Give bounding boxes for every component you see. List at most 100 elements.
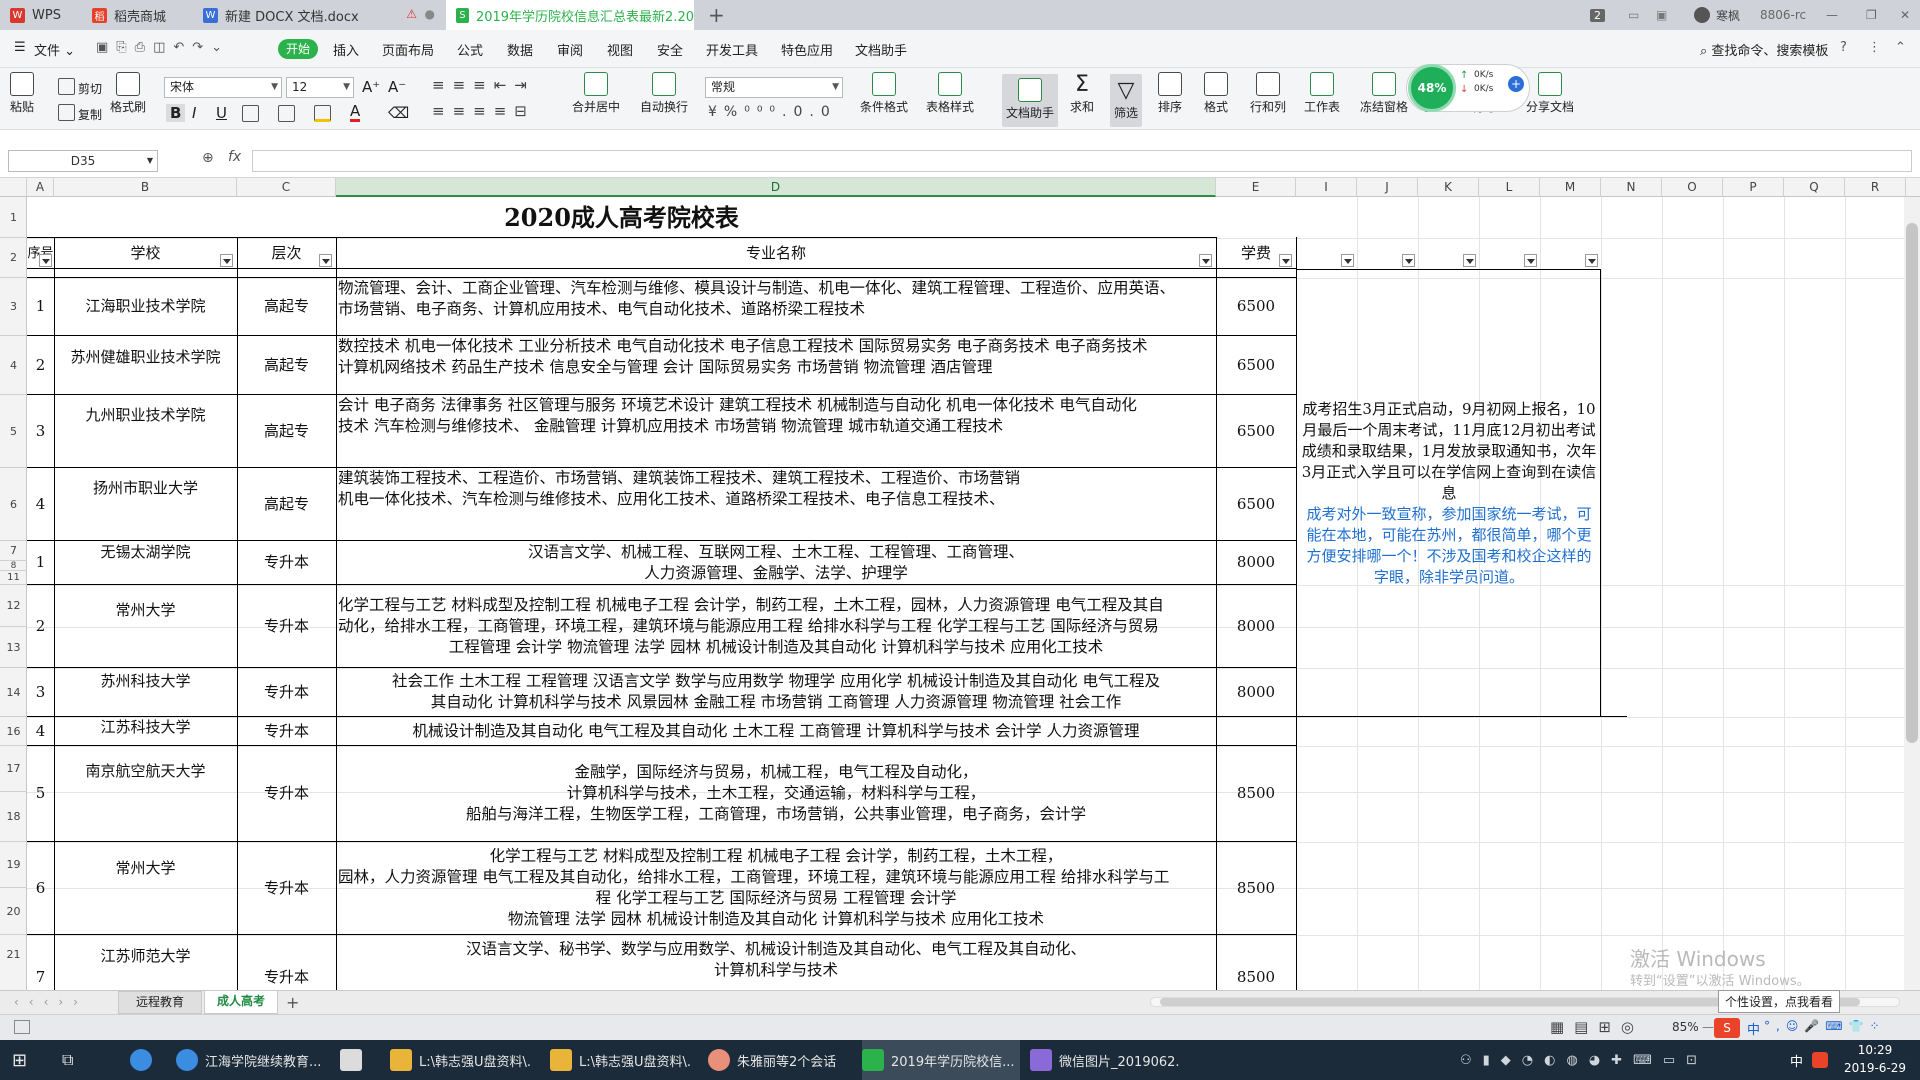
row-header[interactable]: 14: [0, 668, 27, 717]
cell-fee[interactable]: 6500: [1216, 278, 1296, 335]
hamburger-icon[interactable]: ☰: [14, 40, 26, 55]
row-header[interactable]: 20: [0, 888, 27, 935]
sheet-title[interactable]: 2020成人高考院校表: [27, 197, 1216, 238]
row-header[interactable]: 6: [0, 468, 27, 541]
format-button[interactable]: 格式: [1204, 72, 1228, 115]
cell-no[interactable]: 4: [27, 717, 54, 745]
cell-fee[interactable]: 8500: [1216, 842, 1296, 934]
window-count-badge[interactable]: 2: [1590, 8, 1605, 22]
cell-school[interactable]: 九州职业技术学院: [54, 395, 237, 435]
cell-level[interactable]: 专升本: [237, 935, 336, 990]
col-header[interactable]: L: [1479, 178, 1540, 197]
name-box[interactable]: D35 ▼: [8, 150, 158, 172]
header-major[interactable]: 专业名称: [336, 238, 1216, 269]
cell-major[interactable]: 数控技术 机电一体化技术 工业分析技术 电气自动化技术 电子信息工程技术 国际贸…: [338, 336, 1214, 394]
row-header[interactable]: 3: [0, 278, 27, 336]
cell-no[interactable]: 7: [27, 935, 54, 990]
tab-daoke[interactable]: 稻稻壳商城: [82, 0, 190, 30]
conditional-format-button[interactable]: 条件格式: [860, 72, 908, 115]
cell-no[interactable]: 3: [27, 668, 54, 716]
tab-docx[interactable]: W 新建 DOCX 文档.docx ⚠ ●: [193, 0, 443, 30]
vertical-scroll-thumb[interactable]: [1906, 223, 1918, 743]
align-top-row-icons[interactable]: ≡≡≡⇤⇥: [432, 76, 535, 94]
cell-school[interactable]: 无锡太湖学院: [54, 541, 237, 563]
cell-level[interactable]: 专升本: [237, 585, 336, 667]
font-size-select[interactable]: 12 ▼: [286, 77, 354, 98]
plus-icon[interactable]: +: [1508, 76, 1524, 92]
col-header[interactable]: C: [237, 178, 336, 197]
col-header[interactable]: E: [1216, 178, 1296, 197]
clock-date[interactable]: 2019-6-29: [1840, 1061, 1910, 1075]
menu-doc-assistant[interactable]: 文档助手: [855, 40, 907, 59]
cell-major[interactable]: 物流管理、会计、工商企业管理、汽车检测与维修、模具设计与制造、机电一体化、建筑工…: [338, 278, 1214, 335]
menu-formulas[interactable]: 公式: [457, 40, 483, 59]
taskbar-item-folder-1[interactable]: L:\韩志强U盘资料\...: [390, 1040, 530, 1080]
table-style-button[interactable]: 表格样式: [926, 72, 974, 115]
cell-major[interactable]: 汉语言文学、机械工程、互联网工程、土木工程、工程管理、工商管理、 人力资源管理、金…: [338, 541, 1214, 584]
border-icon[interactable]: [242, 105, 259, 122]
cell-school[interactable]: 江苏科技大学: [54, 717, 237, 737]
menu-page-layout[interactable]: 页面布局: [382, 40, 434, 59]
cell-level[interactable]: 专升本: [237, 717, 336, 745]
system-tray-icons[interactable]: ⚇▮◆◔◐◍◕✚⌨▭⊡: [1460, 1040, 1708, 1080]
cell-school[interactable]: 江苏师范大学: [54, 935, 237, 977]
copy-button[interactable]: 复制: [78, 106, 102, 123]
cell-level[interactable]: 高起专: [237, 468, 336, 540]
taskbar-item-chat[interactable]: 朱雅丽等2个会话: [708, 1040, 848, 1080]
cell-no[interactable]: 2: [27, 336, 54, 394]
row-header[interactable]: 8: [0, 561, 27, 571]
col-header[interactable]: Q: [1784, 178, 1845, 197]
cell-style-icon[interactable]: [278, 105, 295, 122]
close-tab-icon[interactable]: ●: [425, 7, 435, 21]
cell-no[interactable]: 2: [27, 585, 54, 667]
format-painter-button[interactable]: 格式刷: [110, 72, 146, 115]
col-header[interactable]: R: [1845, 178, 1906, 197]
taskbar-item-mail[interactable]: [340, 1040, 369, 1080]
row-header[interactable]: 2: [0, 238, 27, 278]
row-header[interactable]: 18: [0, 792, 27, 842]
col-header[interactable]: P: [1723, 178, 1784, 197]
row-header[interactable]: 7: [0, 541, 27, 561]
layout-icon[interactable]: ▣: [1656, 0, 1667, 30]
close-icon[interactable]: ✕: [1900, 0, 1910, 30]
cell-major[interactable]: 化学工程与工艺 材料成型及控制工程 机械电子工程 会计学，制药工程，土木工程，园…: [338, 842, 1214, 934]
cell-level[interactable]: 高起专: [237, 336, 336, 394]
ime-toolbar-icons[interactable]: °,☺🎤⌨👕⁘: [1764, 1019, 1886, 1033]
cell-fee[interactable]: 6500: [1216, 468, 1296, 540]
taskbar-sogou-icon[interactable]: [1812, 1040, 1832, 1080]
cell-fee[interactable]: 6500: [1216, 395, 1296, 467]
col-header[interactable]: M: [1540, 178, 1601, 197]
function-icon[interactable]: fx: [228, 149, 241, 165]
more-icon[interactable]: ⋮: [1868, 40, 1881, 55]
cell-level[interactable]: 高起专: [237, 278, 336, 335]
cell-major[interactable]: 建筑装饰工程技术、工程造价、市场营销、建筑装饰工程技术、建筑工程技术、工程造价、…: [338, 468, 1214, 540]
filter-dropdown-icon[interactable]: [1585, 254, 1598, 267]
sort-button[interactable]: 排序: [1158, 72, 1182, 115]
row-header[interactable]: 19: [0, 842, 27, 888]
taskbar-item-wps-active[interactable]: 2019年学历院校信...: [862, 1040, 1020, 1080]
zoom-out-icon[interactable]: —: [1702, 1020, 1714, 1034]
col-header[interactable]: D: [336, 178, 1216, 197]
col-header[interactable]: I: [1296, 178, 1357, 197]
sheet-tab-remote[interactable]: 远程教育: [118, 991, 202, 1014]
worksheet-button[interactable]: 工作表: [1304, 72, 1340, 115]
taskbar-item-browser[interactable]: 江海学院继续教育...: [176, 1040, 321, 1080]
cell-major[interactable]: 汉语言文学、秘书学、数学与应用数学、机械设计制造及其自动化、电气工程及其自动化、…: [338, 935, 1214, 990]
row-header[interactable]: 4: [0, 336, 27, 395]
wrap-text-button[interactable]: 自动换行: [640, 72, 688, 115]
row-header[interactable]: 11: [0, 571, 27, 585]
quick-access-icons[interactable]: ▣⎘⎙◫↶↷⌄: [96, 40, 230, 55]
help-icon[interactable]: ?: [1840, 40, 1847, 55]
collapse-ribbon-icon[interactable]: ⌃: [1895, 40, 1906, 55]
macro-icon[interactable]: [14, 1020, 30, 1034]
cell-level[interactable]: 专升本: [237, 541, 336, 584]
col-header[interactable]: A: [27, 178, 54, 197]
add-sheet-icon[interactable]: +: [286, 993, 299, 1012]
skin-icon[interactable]: ▭: [1628, 0, 1639, 30]
italic-button[interactable]: I: [192, 104, 196, 122]
cell-school[interactable]: 扬州市职业大学: [54, 468, 237, 508]
menu-review[interactable]: 审阅: [557, 40, 583, 59]
ime-mode[interactable]: 中: [1747, 1019, 1760, 1038]
cell-fee[interactable]: [1216, 717, 1296, 745]
filter-dropdown-icon[interactable]: [1524, 254, 1537, 267]
